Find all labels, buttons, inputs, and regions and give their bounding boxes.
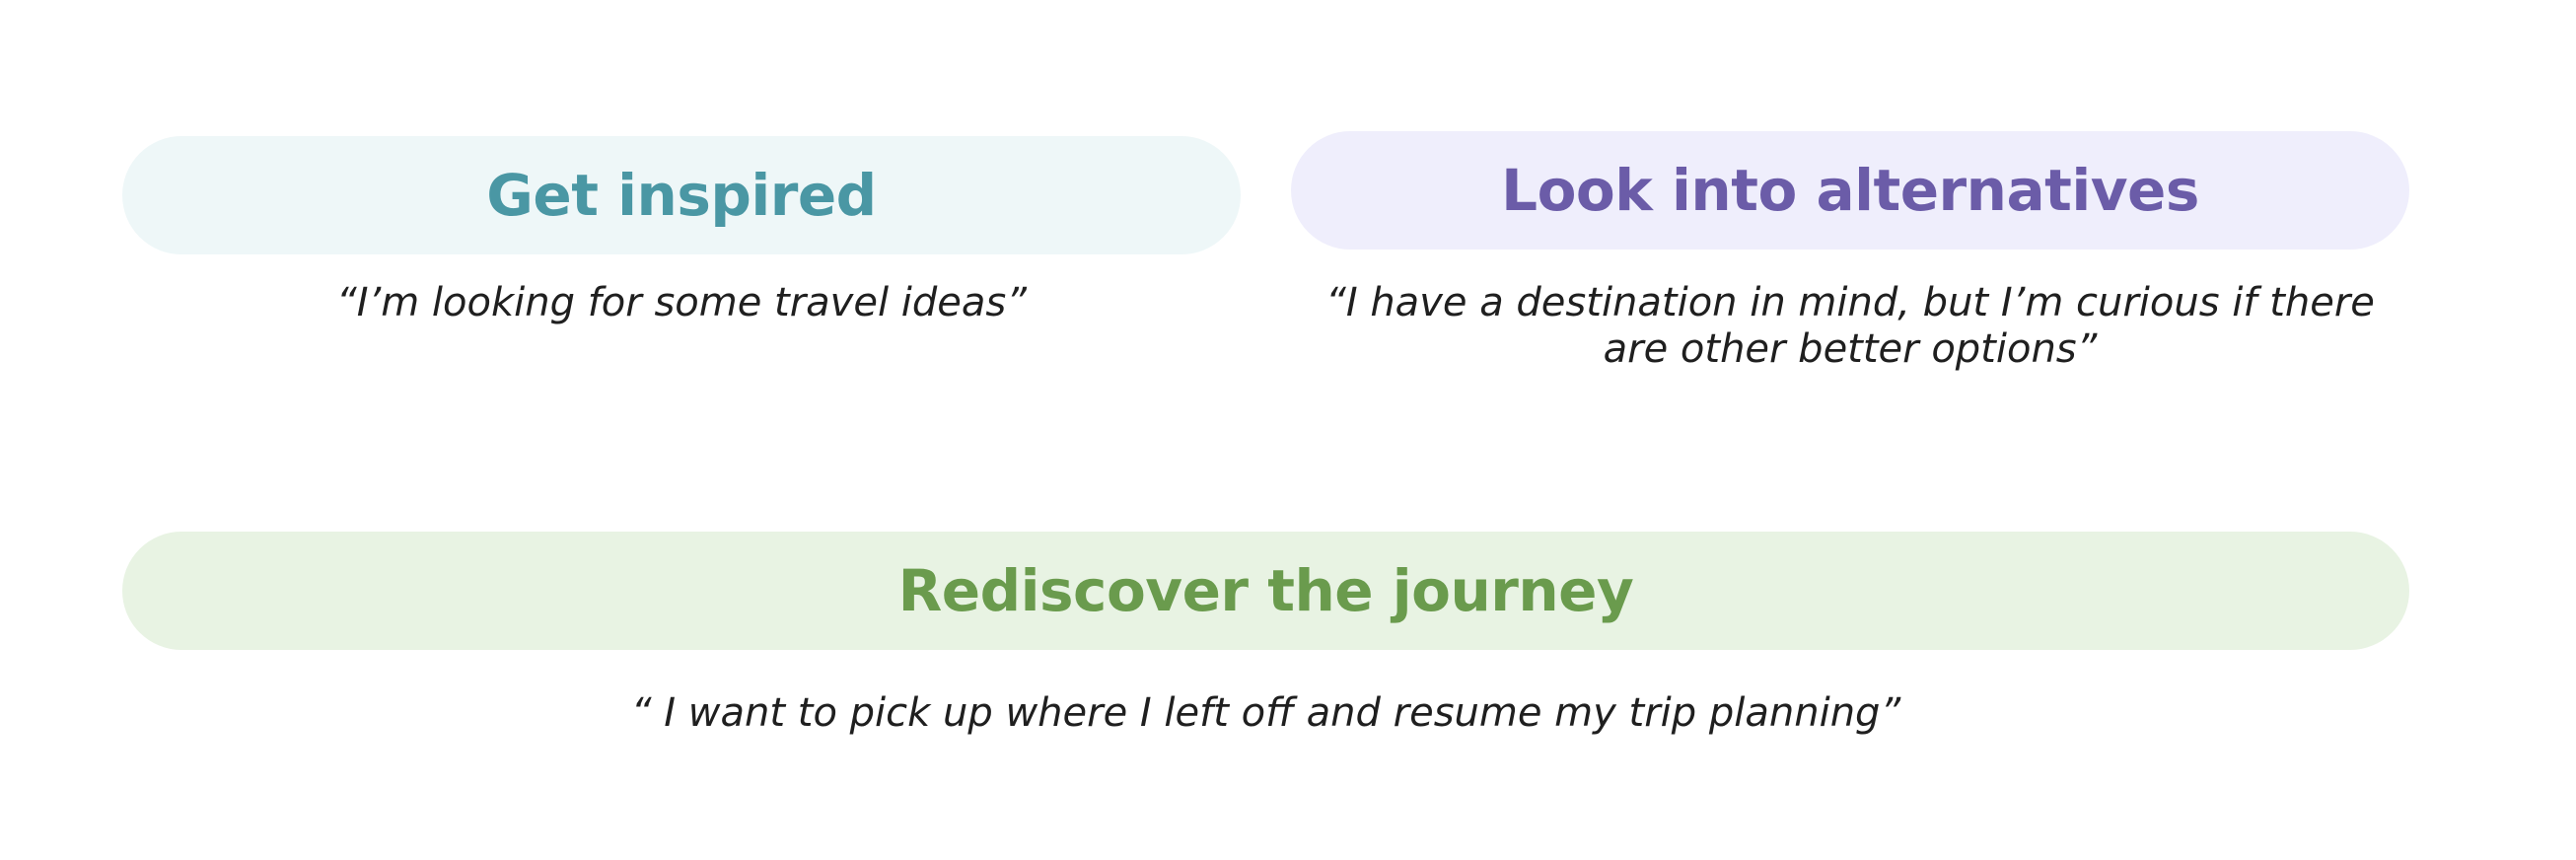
- look-into-alternatives-quote: “I have a destination in mind, but I’m c…: [1325, 280, 2375, 372]
- get-inspired-pill: Get inspired: [122, 136, 1241, 254]
- rediscover-the-journey-pill: Rediscover the journey: [122, 532, 2409, 650]
- rediscover-the-journey-title: Rediscover the journey: [897, 557, 1634, 624]
- look-into-alternatives-title: Look into alternatives: [1501, 157, 2199, 224]
- get-inspired-quote: “I’m looking for some travel ideas”: [336, 280, 1027, 325]
- look-into-alternatives-pill: Look into alternatives: [1291, 131, 2409, 250]
- rediscover-the-journey-quote: “ I want to pick up where I left off and…: [630, 690, 1901, 736]
- get-inspired-title: Get inspired: [486, 162, 877, 229]
